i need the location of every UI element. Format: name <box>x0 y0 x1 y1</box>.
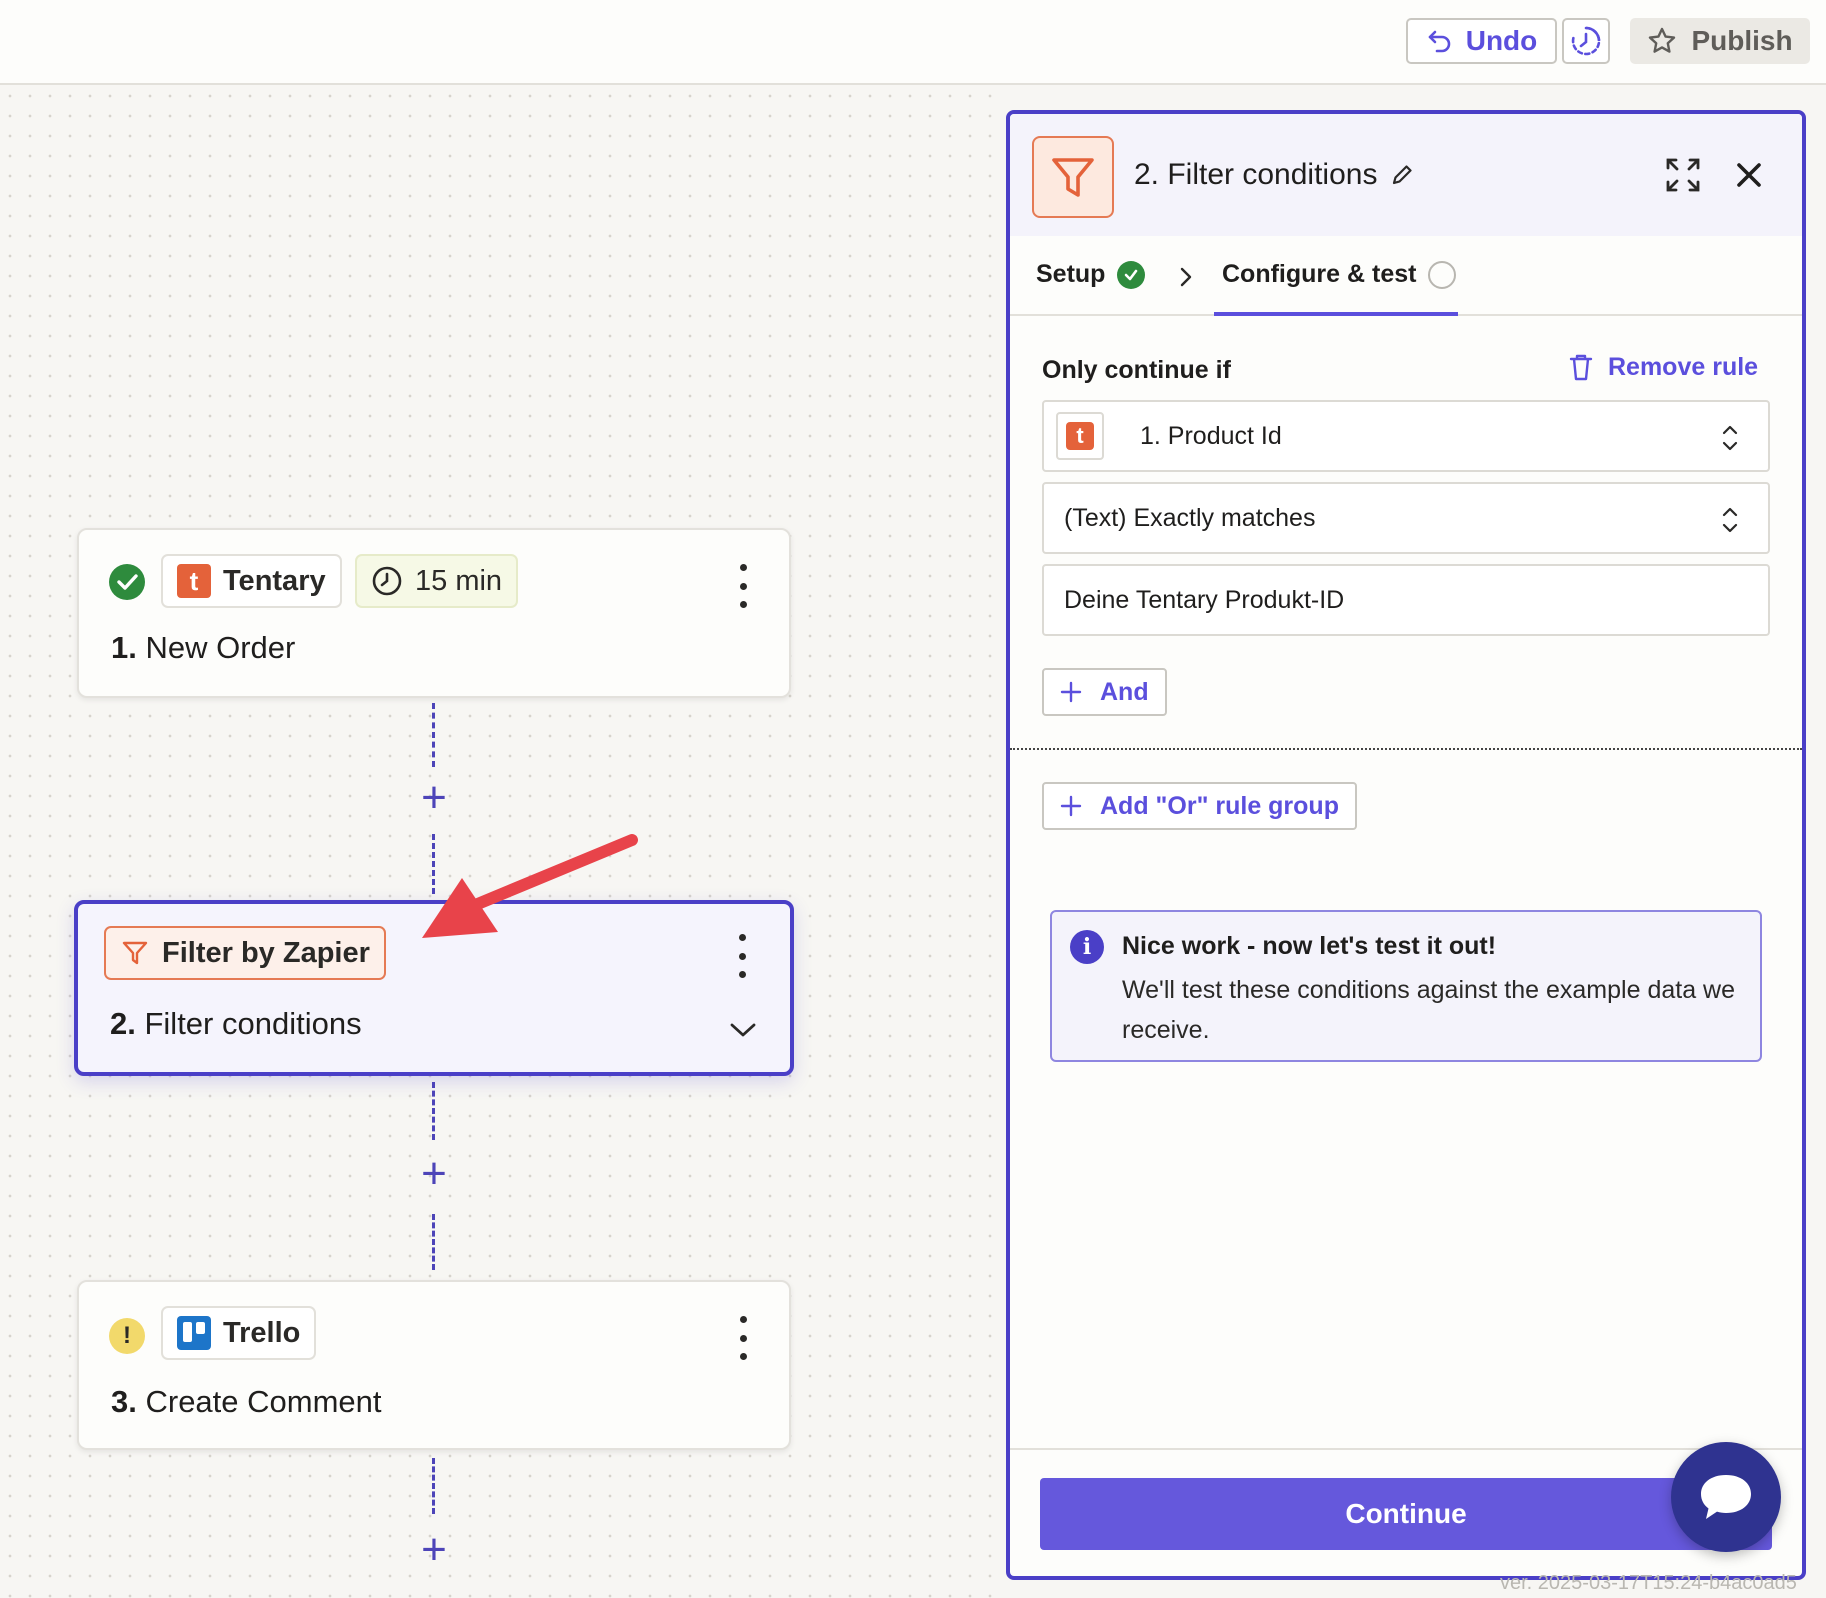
add-step-button[interactable]: + <box>414 1528 454 1572</box>
info-body: We'll test these conditions against the … <box>1122 976 1736 1044</box>
tab-configure-test[interactable]: Configure & test <box>1222 260 1457 289</box>
info-title: Nice work - now let's test it out! <box>1122 932 1497 960</box>
step-title: 3. Create Comment <box>111 1384 382 1419</box>
success-status-icon <box>109 564 145 600</box>
filter-app-logo <box>1032 136 1114 218</box>
step-card-create-comment[interactable]: ! Trello 3. Create Comment <box>77 1280 791 1450</box>
complete-check-icon <box>1117 260 1146 289</box>
tab-setup[interactable]: Setup <box>1036 260 1146 289</box>
add-and-condition-button[interactable]: And <box>1042 668 1167 716</box>
add-or-group-button[interactable]: Add "Or" rule group <box>1042 782 1357 830</box>
panel-tabs: Setup Configure & test <box>1010 236 1802 316</box>
connector-line <box>432 703 435 767</box>
filter-icon <box>122 941 148 965</box>
history-icon <box>1571 26 1601 56</box>
field-select[interactable]: t 1. Product Id <box>1042 400 1770 472</box>
version-history-button[interactable] <box>1562 18 1610 64</box>
app-chip-filter: Filter by Zapier <box>104 926 386 980</box>
star-icon <box>1649 27 1676 53</box>
chat-icon <box>1701 1475 1751 1519</box>
condition-select[interactable]: (Text) Exactly matches <box>1042 482 1770 554</box>
tentary-field-logo: t <box>1056 412 1104 460</box>
step-card-new-order[interactable]: t Tentary 15 min 1. New Order <box>77 528 791 698</box>
condition-value: (Text) Exactly matches <box>1064 503 1316 532</box>
top-bar: Undo Publish <box>0 0 1826 85</box>
connector-line <box>432 1458 435 1514</box>
up-down-chevron-icon <box>1722 507 1738 533</box>
step-editor-panel: 2. Filter conditions Setup Configure & t… <box>1006 110 1806 1580</box>
step-menu-button[interactable] <box>731 1316 755 1360</box>
plus-icon <box>1060 681 1082 703</box>
version-label: ver. 2025-03-17T15:24-b4ac0ad5 <box>1500 1572 1797 1594</box>
match-value: Deine Tentary Produkt-ID <box>1064 585 1345 614</box>
app-chip-tentary: t Tentary <box>161 554 342 608</box>
close-icon[interactable] <box>1732 158 1766 192</box>
connector-line <box>432 1214 435 1270</box>
info-icon: i <box>1070 930 1104 964</box>
panel-header: 2. Filter conditions <box>1010 114 1802 236</box>
publish-label: Publish <box>1691 25 1793 56</box>
active-tab-indicator <box>1214 312 1458 316</box>
time-label: 15 min <box>415 564 503 597</box>
connector-line <box>432 1082 435 1140</box>
trash-icon <box>1569 354 1593 381</box>
step-title: 1. New Order <box>111 630 296 665</box>
panel-title[interactable]: 2. Filter conditions <box>1134 158 1415 192</box>
app-name: Tentary <box>223 564 326 597</box>
undo-button[interactable]: Undo <box>1406 18 1557 64</box>
field-value: 1. Product Id <box>1140 421 1282 450</box>
filter-icon <box>1052 158 1094 197</box>
undo-icon <box>1428 30 1451 53</box>
add-step-button[interactable]: + <box>414 1152 454 1196</box>
continue-button[interactable]: Continue <box>1040 1478 1772 1550</box>
app-chip-trello: Trello <box>161 1306 317 1360</box>
trello-logo-icon <box>177 1316 211 1350</box>
step-menu-button[interactable] <box>731 564 755 608</box>
incomplete-circle-icon <box>1428 260 1457 289</box>
chevron-right-icon <box>1180 267 1192 287</box>
app-name: Trello <box>223 1316 301 1349</box>
polling-time-badge: 15 min <box>355 554 519 608</box>
chat-support-button[interactable] <box>1671 1442 1781 1552</box>
add-step-button[interactable]: + <box>414 776 454 820</box>
publish-button[interactable]: Publish <box>1630 18 1810 64</box>
step-title: 2. Filter conditions <box>110 1006 362 1041</box>
tentary-logo-icon: t <box>177 564 211 598</box>
undo-label: Undo <box>1465 25 1538 56</box>
annotation-arrow-icon <box>422 834 638 938</box>
clock-icon <box>372 566 402 596</box>
chevron-down-icon[interactable] <box>728 1020 758 1040</box>
tentary-logo-icon: t <box>1066 422 1094 450</box>
match-value-input[interactable]: Deine Tentary Produkt-ID <box>1042 564 1770 636</box>
step-menu-button[interactable] <box>730 934 754 978</box>
up-down-chevron-icon <box>1722 425 1738 451</box>
warning-status-icon: ! <box>109 1318 145 1354</box>
app-name: Filter by Zapier <box>162 936 370 969</box>
remove-rule-button[interactable]: Remove rule <box>1568 352 1758 382</box>
expand-icon[interactable] <box>1664 156 1702 194</box>
divider <box>1010 748 1802 750</box>
footer-divider <box>1010 1448 1802 1450</box>
pencil-icon[interactable] <box>1389 162 1415 188</box>
plus-icon <box>1060 795 1082 817</box>
rule-label: Only continue if <box>1042 356 1231 384</box>
info-callout: i Nice work - now let's test it out! We'… <box>1050 910 1762 1062</box>
